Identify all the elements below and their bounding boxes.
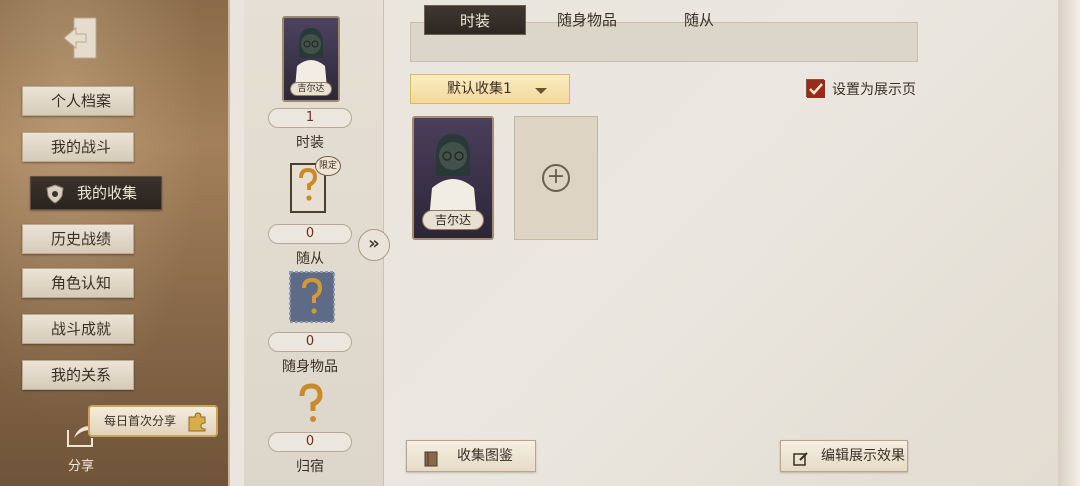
add-outfit-slot[interactable]: + [514,116,598,240]
check-icon [807,80,825,98]
outfit-label: 时装 [296,135,324,151]
limited-badge: 限定 [315,156,341,176]
puzzle-icon [188,412,206,432]
collection-guide-label: 收集图鉴 [457,448,513,464]
tab-followers[interactable]: 随从 [648,5,750,35]
home-label: 归宿 [296,459,324,475]
edit-display-label: 编辑展示效果 [821,448,905,464]
shield-icon [45,183,65,204]
accessory-count: 0 [268,332,352,352]
sidebar-item-my-battles[interactable]: 我的战斗 [22,132,134,162]
collection-select-value: 默认收集1 [447,81,512,97]
accessory-label: 随身物品 [282,359,338,375]
edit-icon [793,448,809,466]
follower-count: 0 [268,224,352,244]
edit-display-button[interactable]: 编辑展示效果 [780,440,908,472]
chevron-down-icon [533,81,549,97]
home-count: 0 [268,432,352,452]
sidebar-item-history[interactable]: 历史战绩 [22,224,134,254]
daily-share-label: 每日首次分享 [104,414,177,428]
sidebar-item-relations[interactable]: 我的关系 [22,360,134,390]
book-icon [423,448,439,467]
collection-guide-button[interactable]: 收集图鉴 [406,440,536,472]
double-chevron-right-icon: » [368,233,380,254]
follower-icon[interactable]: 限定 [285,156,341,218]
display-page-label: 设置为展示页 [832,82,916,98]
outfit-card[interactable]: 吉尔达 [412,116,494,240]
collection-select[interactable]: 默认收集1 [410,74,570,104]
tab-outfits[interactable]: 时装 [424,5,526,35]
accessory-icon[interactable] [288,270,336,324]
outfit-count: 1 [268,108,352,128]
plus-icon: + [542,164,570,192]
share-label: 分享 [68,459,95,474]
character-thumbnail[interactable]: 吉尔达 [282,16,340,102]
tab-accessories[interactable]: 随身物品 [536,5,638,35]
sidebar-item-my-collection[interactable]: 我的收集 [30,176,162,210]
daily-share-badge[interactable]: 每日首次分享 [88,405,218,437]
character-name: 吉尔达 [290,82,332,96]
sidebar-item-label: 我的收集 [77,184,138,202]
sidebar-item-character-knowledge[interactable]: 角色认知 [22,268,134,298]
page-edge [1058,0,1080,486]
sidebar-item-profile[interactable]: 个人档案 [22,86,134,116]
expand-button[interactable]: » [358,229,390,261]
exit-icon[interactable] [54,16,100,60]
follower-label: 随从 [296,251,324,267]
home-icon[interactable] [294,382,328,424]
sidebar-item-achievements[interactable]: 战斗成就 [22,314,134,344]
display-page-checkbox[interactable] [806,79,825,98]
outfit-card-name: 吉尔达 [422,210,484,230]
